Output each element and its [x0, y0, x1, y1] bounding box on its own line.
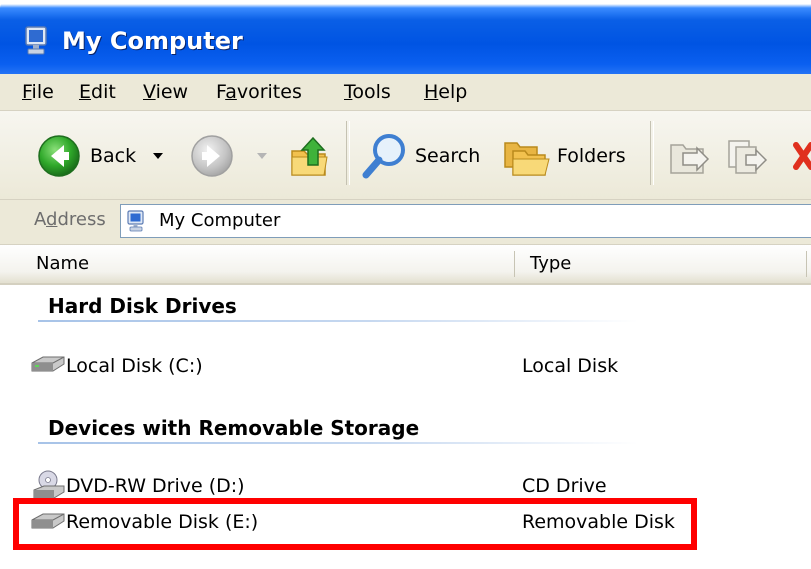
address-field[interactable]: My Computer	[120, 204, 811, 238]
toolbar-separator	[650, 121, 654, 185]
menu-file[interactable]: File	[22, 81, 54, 103]
move-to-icon[interactable]	[667, 135, 711, 179]
group-divider	[38, 320, 638, 322]
standard-toolbar: Back Search Folders	[0, 111, 811, 200]
column-header-type[interactable]: Type	[516, 245, 806, 283]
menu-tools[interactable]: Tools	[344, 81, 391, 103]
item-name: Local Disk (C:)	[66, 355, 203, 377]
menu-bar: File Edit View Favorites Tools Help	[0, 74, 811, 111]
group-header-removable-storage: Devices with Removable Storage	[48, 416, 420, 440]
address-label: Address	[34, 209, 106, 230]
column-header-row: Name Type	[0, 245, 811, 285]
item-name: DVD-RW Drive (D:)	[66, 475, 245, 497]
delete-icon[interactable]	[790, 137, 811, 175]
menu-help[interactable]: Help	[424, 81, 467, 103]
explorer-window: My Computer File Edit View Favorites Too…	[0, 0, 811, 569]
folders-label: Folders	[557, 145, 626, 167]
item-type: Local Disk	[522, 355, 619, 377]
back-arrow-icon	[38, 135, 80, 177]
back-label: Back	[90, 145, 137, 167]
dvd-drive-icon	[33, 470, 65, 499]
group-header-hard-disk-drives: Hard Disk Drives	[48, 294, 237, 318]
window-title: My Computer	[62, 27, 243, 55]
item-type: CD Drive	[522, 475, 607, 497]
forward-arrow-icon	[191, 135, 233, 177]
my-computer-icon	[25, 26, 47, 55]
highlight-box	[13, 498, 697, 550]
search-label: Search	[415, 145, 481, 167]
menu-view[interactable]: View	[143, 81, 188, 103]
menu-edit[interactable]: Edit	[79, 81, 116, 103]
hard-drive-icon	[31, 356, 65, 372]
up-folder-icon[interactable]	[289, 135, 331, 179]
back-dropdown-icon[interactable]	[152, 152, 164, 160]
menu-favorites[interactable]: Favorites	[216, 81, 302, 103]
toolbar-separator	[346, 121, 350, 185]
column-divider[interactable]	[806, 251, 807, 277]
column-divider[interactable]	[514, 251, 515, 277]
group-divider	[38, 442, 638, 444]
search-icon	[362, 134, 405, 179]
my-computer-icon	[127, 210, 144, 232]
copy-to-icon[interactable]	[724, 135, 768, 179]
address-value: My Computer	[159, 210, 281, 231]
forward-dropdown-icon[interactable]	[256, 152, 268, 160]
address-bar: Address My Computer	[0, 200, 811, 245]
folders-icon	[504, 142, 550, 176]
column-header-name[interactable]: Name	[0, 245, 514, 283]
title-bar[interactable]: My Computer	[0, 0, 811, 74]
